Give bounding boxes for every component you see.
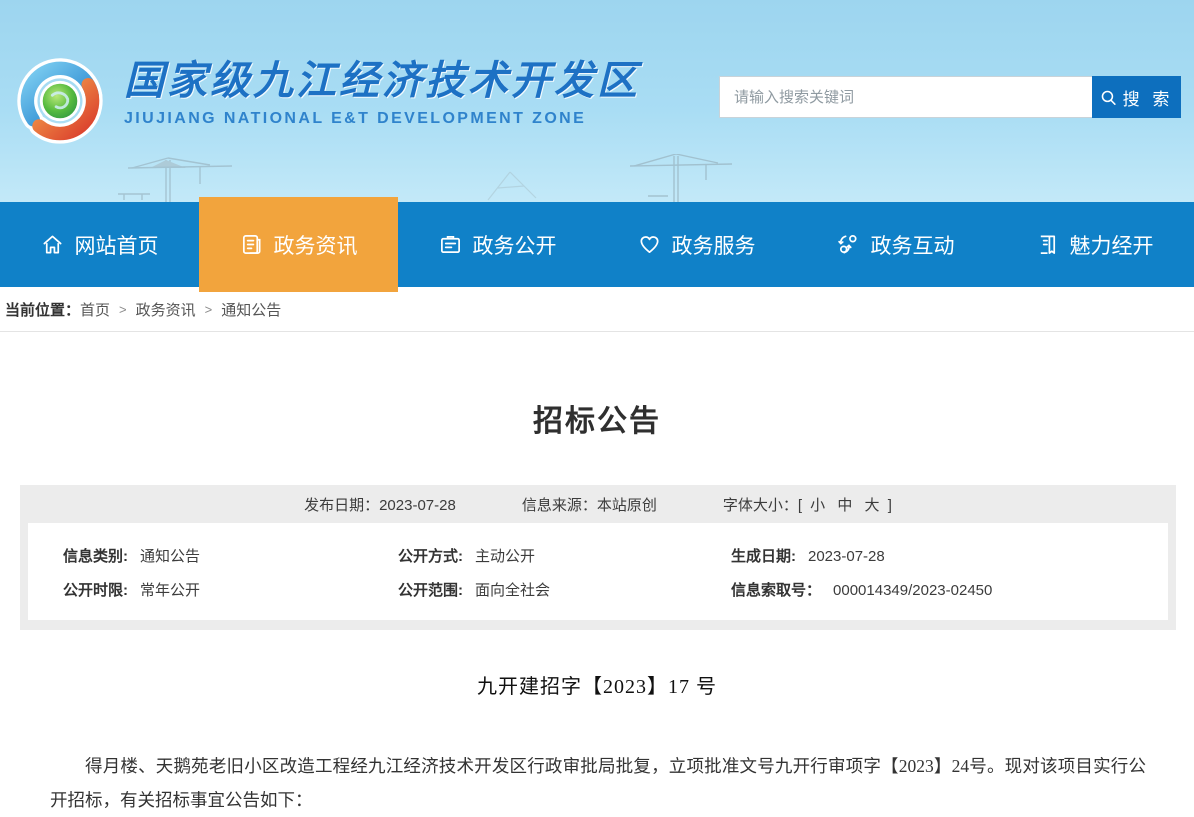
meta-row: 发布日期：2023-07-28 信息来源：本站原创 字体大小：[ 小 中 大 ] [20, 485, 1176, 523]
id-card-icon [439, 233, 462, 256]
font-size-small[interactable]: 小 [810, 497, 825, 514]
nav-item-charm[interactable]: 魅力经开 [995, 202, 1194, 287]
info-label: 公开范围: [398, 582, 463, 599]
info-field-gen-date: 生成日期: 2023-07-28 [731, 545, 1168, 566]
nav-label: 政务资讯 [274, 230, 358, 260]
info-label: 生成日期: [731, 548, 796, 565]
font-size-bracket: ] [888, 497, 892, 514]
magnifier-icon [1100, 89, 1117, 106]
nav-item-news[interactable]: 政务资讯 [199, 197, 398, 292]
article: 招标公告 发布日期：2023-07-28 信息来源：本站原创 字体大小：[ 小 … [0, 396, 1194, 817]
site-logo[interactable]: 国家级九江经济技术开发区 JIUJIANG NATIONAL E&T DEVEL… [12, 53, 640, 149]
document-info-table: 信息类别: 通知公告 公开方式: 主动公开 生成日期: 2023-07-28 公开时限… [28, 523, 1168, 620]
breadcrumb-news[interactable]: 政务资讯 [136, 299, 196, 320]
main-nav: 网站首页 政务资讯 政务公开 政务服务 [0, 202, 1194, 287]
info-value: 000014349/2023-02450 [833, 582, 992, 599]
info-field-duration: 公开时限: 常年公开 [63, 579, 398, 600]
publish-date: 发布日期：2023-07-28 [304, 494, 456, 515]
heart-icon [638, 233, 661, 256]
info-source: 信息来源：本站原创 [522, 494, 657, 515]
document-number: 九开建招字【2023】17 号 [0, 670, 1194, 699]
info-field-scope: 公开范围: 面向全社会 [398, 579, 731, 600]
breadcrumb-home[interactable]: 首页 [80, 299, 110, 320]
nav-item-service[interactable]: 政务服务 [597, 202, 796, 287]
article-meta-panel: 发布日期：2023-07-28 信息来源：本站原创 字体大小：[ 小 中 大 ]… [20, 485, 1176, 630]
page-title: 招标公告 [0, 396, 1194, 440]
article-body-paragraph: 得月楼、天鹅苑老旧小区改造工程经九江经济技术开发区行政审批局批复，立项批准文号九… [50, 749, 1146, 817]
nav-label: 政务互动 [871, 230, 955, 260]
info-label: 公开方式: [398, 548, 463, 565]
nav-item-interaction[interactable]: 政务互动 [796, 202, 995, 287]
site-subtitle: JIUJIANG NATIONAL E&T DEVELOPMENT ZONE [124, 110, 640, 128]
site-title: 国家级九江经济技术开发区 [124, 59, 640, 103]
nav-label: 政务服务 [672, 230, 756, 260]
breadcrumb-notices[interactable]: 通知公告 [221, 299, 281, 320]
interaction-icon [837, 233, 860, 256]
info-value: 主动公开 [475, 548, 535, 565]
breadcrumb-separator: > [119, 302, 127, 317]
nav-label: 魅力经开 [1070, 230, 1154, 260]
font-size-large[interactable]: 大 [865, 497, 880, 514]
nav-label: 政务公开 [473, 230, 557, 260]
info-label: 信息索取号： [731, 582, 821, 599]
search-box: 搜 索 [719, 76, 1181, 118]
info-field-category: 信息类别: 通知公告 [63, 545, 398, 566]
home-icon [41, 233, 64, 256]
news-doc-icon [240, 233, 263, 256]
site-header: 国家级九江经济技术开发区 JIUJIANG NATIONAL E&T DEVEL… [0, 0, 1194, 202]
font-size-control: 字体大小：[ 小 中 大 ] [723, 494, 892, 515]
font-size-label: 字体大小：[ [723, 497, 802, 514]
search-input[interactable] [719, 76, 1092, 118]
breadcrumb: 当前位置： 首页 > 政务资讯 > 通知公告 [0, 287, 1194, 332]
nav-label: 网站首页 [75, 230, 159, 260]
logo-emblem-icon [12, 53, 108, 149]
info-label: 信息类别: [63, 548, 128, 565]
breadcrumb-label: 当前位置： [5, 299, 80, 320]
info-value: 面向全社会 [475, 582, 550, 599]
info-value: 常年公开 [140, 582, 200, 599]
search-button[interactable]: 搜 索 [1092, 76, 1181, 118]
info-field-index-number: 信息索取号： 000014349/2023-02450 [731, 579, 1168, 600]
search-button-label: 搜 索 [1123, 85, 1174, 110]
info-label: 公开时限: [63, 582, 128, 599]
crane-silhouettes [0, 154, 1194, 202]
info-value: 通知公告 [140, 548, 200, 565]
info-field-method: 公开方式: 主动公开 [398, 545, 731, 566]
info-value: 2023-07-28 [808, 548, 885, 565]
nav-item-disclosure[interactable]: 政务公开 [398, 202, 597, 287]
font-size-medium[interactable]: 中 [837, 497, 852, 514]
breadcrumb-separator: > [205, 302, 213, 317]
nav-item-home[interactable]: 网站首页 [0, 202, 199, 287]
book-icon [1036, 233, 1059, 256]
